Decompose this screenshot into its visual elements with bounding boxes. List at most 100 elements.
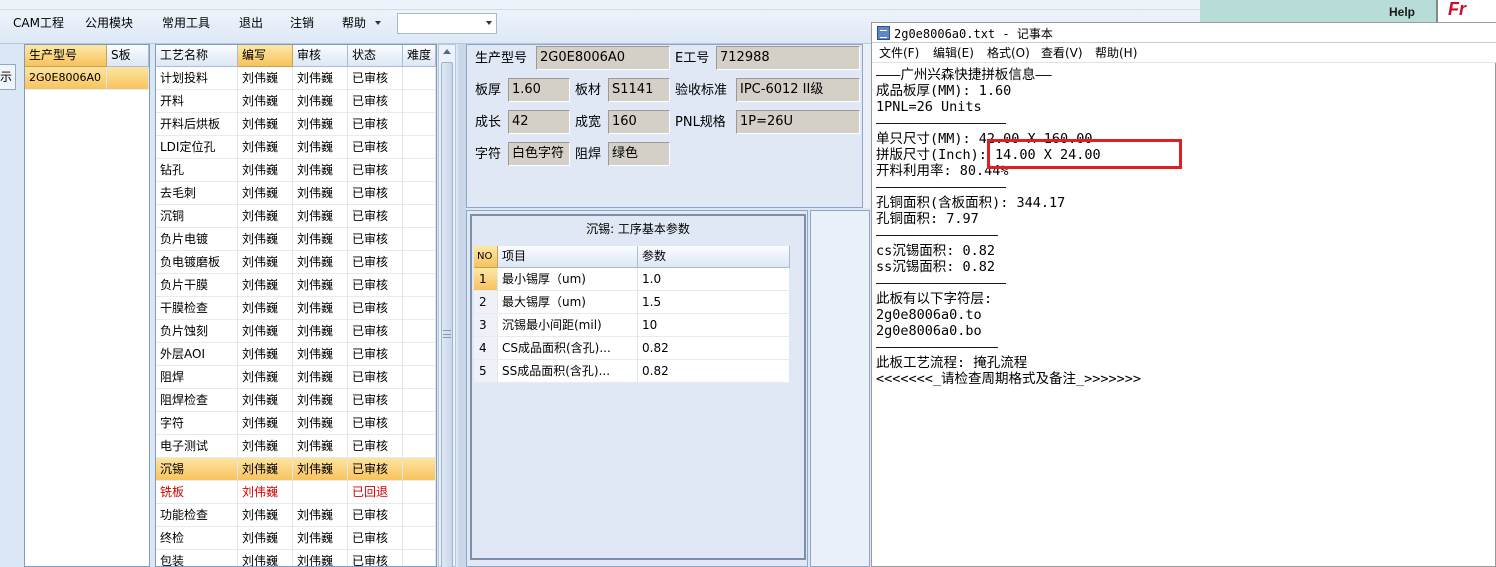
notepad-menu-file[interactable]: 文件(F) [879, 45, 919, 61]
process-name-cell[interactable]: 外层AOI [156, 343, 238, 366]
table-row[interactable]: 功能检查 刘伟巍 刘伟巍 已审核 [156, 504, 436, 527]
reviewer-cell[interactable]: 刘伟巍 [293, 504, 348, 527]
module-combo[interactable] [397, 13, 497, 34]
param-item-cell[interactable]: 最小锡厚（um) [498, 268, 638, 291]
reviewer-cell[interactable]: 刘伟巍 [293, 90, 348, 113]
param-no-cell[interactable]: 4 [474, 337, 498, 360]
legend-field[interactable]: 白色字符 [508, 142, 570, 166]
process-name-cell[interactable]: 开料后烘板 [156, 113, 238, 136]
writer-cell[interactable]: 刘伟巍 [238, 297, 293, 320]
status-cell[interactable]: 已审核 [348, 90, 403, 113]
param-item-cell[interactable]: 最大锡厚（um) [498, 291, 638, 314]
eno-field[interactable]: 712988 [716, 46, 860, 70]
param-value-cell[interactable]: 10 [638, 314, 790, 337]
difficulty-cell[interactable] [403, 343, 436, 366]
reviewer-cell[interactable]: 刘伟巍 [293, 389, 348, 412]
table-row[interactable]: 开料 刘伟巍 刘伟巍 已审核 [156, 90, 436, 113]
param-item-cell[interactable]: CS成品面积(含孔)... [498, 337, 638, 360]
process-name-cell[interactable]: 沉铜 [156, 205, 238, 228]
s-board-cell[interactable] [107, 67, 149, 90]
menu-exit[interactable]: 退出 [239, 14, 263, 32]
reviewer-cell[interactable]: 刘伟巍 [293, 458, 348, 481]
param-no-cell[interactable]: 5 [474, 360, 498, 383]
table-row[interactable]: 钻孔 刘伟巍 刘伟巍 已审核 [156, 159, 436, 182]
param-value-cell[interactable]: 0.82 [638, 360, 790, 383]
table-row[interactable]: 5 SS成品面积(含孔)... 0.82 [474, 360, 790, 383]
column-header-s-board[interactable]: S板 [107, 45, 149, 67]
process-name-cell[interactable]: 负片电镀 [156, 228, 238, 251]
column-header-writer[interactable]: 编写 [238, 45, 293, 67]
difficulty-cell[interactable] [403, 136, 436, 159]
reviewer-cell[interactable]: 刘伟巍 [293, 435, 348, 458]
thickness-field[interactable]: 1.60 [508, 78, 570, 102]
table-row[interactable]: 负片干膜 刘伟巍 刘伟巍 已审核 [156, 274, 436, 297]
table-row[interactable]: 外层AOI 刘伟巍 刘伟巍 已审核 [156, 343, 436, 366]
status-cell[interactable]: 已审核 [348, 182, 403, 205]
status-cell[interactable]: 已审核 [348, 113, 403, 136]
table-row[interactable]: 负片电镀 刘伟巍 刘伟巍 已审核 [156, 228, 436, 251]
model-cell[interactable]: 2G0E8006A0 [25, 67, 107, 90]
status-cell[interactable]: 已审核 [348, 136, 403, 159]
param-no-cell[interactable]: 3 [474, 314, 498, 337]
writer-cell[interactable]: 刘伟巍 [238, 550, 293, 566]
writer-cell[interactable]: 刘伟巍 [238, 113, 293, 136]
writer-cell[interactable]: 刘伟巍 [238, 320, 293, 343]
writer-cell[interactable]: 刘伟巍 [238, 274, 293, 297]
notepad-titlebar[interactable]: 2g0e8006a0.txt - 记事本 [872, 23, 1496, 43]
menu-help[interactable]: 帮助 [342, 14, 366, 32]
process-name-cell[interactable]: 去毛刺 [156, 182, 238, 205]
writer-cell[interactable]: 刘伟巍 [238, 458, 293, 481]
status-cell[interactable]: 已回退 [348, 481, 403, 504]
status-cell[interactable]: 已审核 [348, 274, 403, 297]
column-header-item[interactable]: 项目 [498, 246, 638, 268]
writer-cell[interactable]: 刘伟巍 [238, 366, 293, 389]
process-name-cell[interactable]: 开料 [156, 90, 238, 113]
difficulty-cell[interactable] [403, 205, 436, 228]
writer-cell[interactable]: 刘伟巍 [238, 251, 293, 274]
notepad-menu-help[interactable]: 帮助(H) [1095, 45, 1137, 61]
reviewer-cell[interactable]: 刘伟巍 [293, 297, 348, 320]
status-cell[interactable]: 已审核 [348, 458, 403, 481]
param-no-cell[interactable]: 1 [474, 268, 498, 291]
table-row[interactable]: 2 最大锡厚（um) 1.5 [474, 291, 790, 314]
table-row[interactable]: 终检 刘伟巍 刘伟巍 已审核 [156, 527, 436, 550]
vertical-splitter[interactable] [458, 44, 466, 567]
param-value-cell[interactable]: 1.5 [638, 291, 790, 314]
process-name-cell[interactable]: 功能检查 [156, 504, 238, 527]
table-row[interactable]: 计划投料 刘伟巍 刘伟巍 已审核 [156, 67, 436, 90]
process-name-cell[interactable]: 电子测试 [156, 435, 238, 458]
difficulty-cell[interactable] [403, 251, 436, 274]
param-value-cell[interactable]: 1.0 [638, 268, 790, 291]
table-row[interactable]: 阻焊检查 刘伟巍 刘伟巍 已审核 [156, 389, 436, 412]
param-value-cell[interactable]: 0.82 [638, 337, 790, 360]
writer-cell[interactable]: 刘伟巍 [238, 182, 293, 205]
status-cell[interactable]: 已审核 [348, 412, 403, 435]
difficulty-cell[interactable] [403, 389, 436, 412]
process-name-cell[interactable]: 终检 [156, 527, 238, 550]
difficulty-cell[interactable] [403, 228, 436, 251]
difficulty-cell[interactable] [403, 435, 436, 458]
reviewer-cell[interactable]: 刘伟巍 [293, 251, 348, 274]
writer-cell[interactable]: 刘伟巍 [238, 136, 293, 159]
status-cell[interactable]: 已审核 [348, 228, 403, 251]
process-name-cell[interactable]: 字符 [156, 412, 238, 435]
acceptance-field[interactable]: IPC-6012 II级 [736, 78, 860, 102]
table-row[interactable]: 负片蚀刻 刘伟巍 刘伟巍 已审核 [156, 320, 436, 343]
table-row[interactable]: 电子测试 刘伟巍 刘伟巍 已审核 [156, 435, 436, 458]
reviewer-cell[interactable]: 刘伟巍 [293, 550, 348, 566]
table-row[interactable]: 铣板 刘伟巍 已回退 [156, 481, 436, 504]
status-cell[interactable]: 已审核 [348, 343, 403, 366]
reviewer-cell[interactable]: 刘伟巍 [293, 274, 348, 297]
width-field[interactable]: 160 [608, 110, 670, 134]
table-row[interactable]: 2G0E8006A0 [25, 67, 149, 90]
menu-common-tools[interactable]: 常用工具 [162, 14, 210, 32]
column-header-difficulty[interactable]: 难度 [403, 45, 436, 67]
difficulty-cell[interactable] [403, 458, 436, 481]
difficulty-cell[interactable] [403, 274, 436, 297]
reviewer-cell[interactable]: 刘伟巍 [293, 136, 348, 159]
process-name-cell[interactable]: 钻孔 [156, 159, 238, 182]
table-row[interactable]: 包装 刘伟巍 刘伟巍 已审核 [156, 550, 436, 566]
column-header-value[interactable]: 参数 [638, 246, 790, 268]
process-name-cell[interactable]: 负片蚀刻 [156, 320, 238, 343]
status-cell[interactable]: 已审核 [348, 320, 403, 343]
